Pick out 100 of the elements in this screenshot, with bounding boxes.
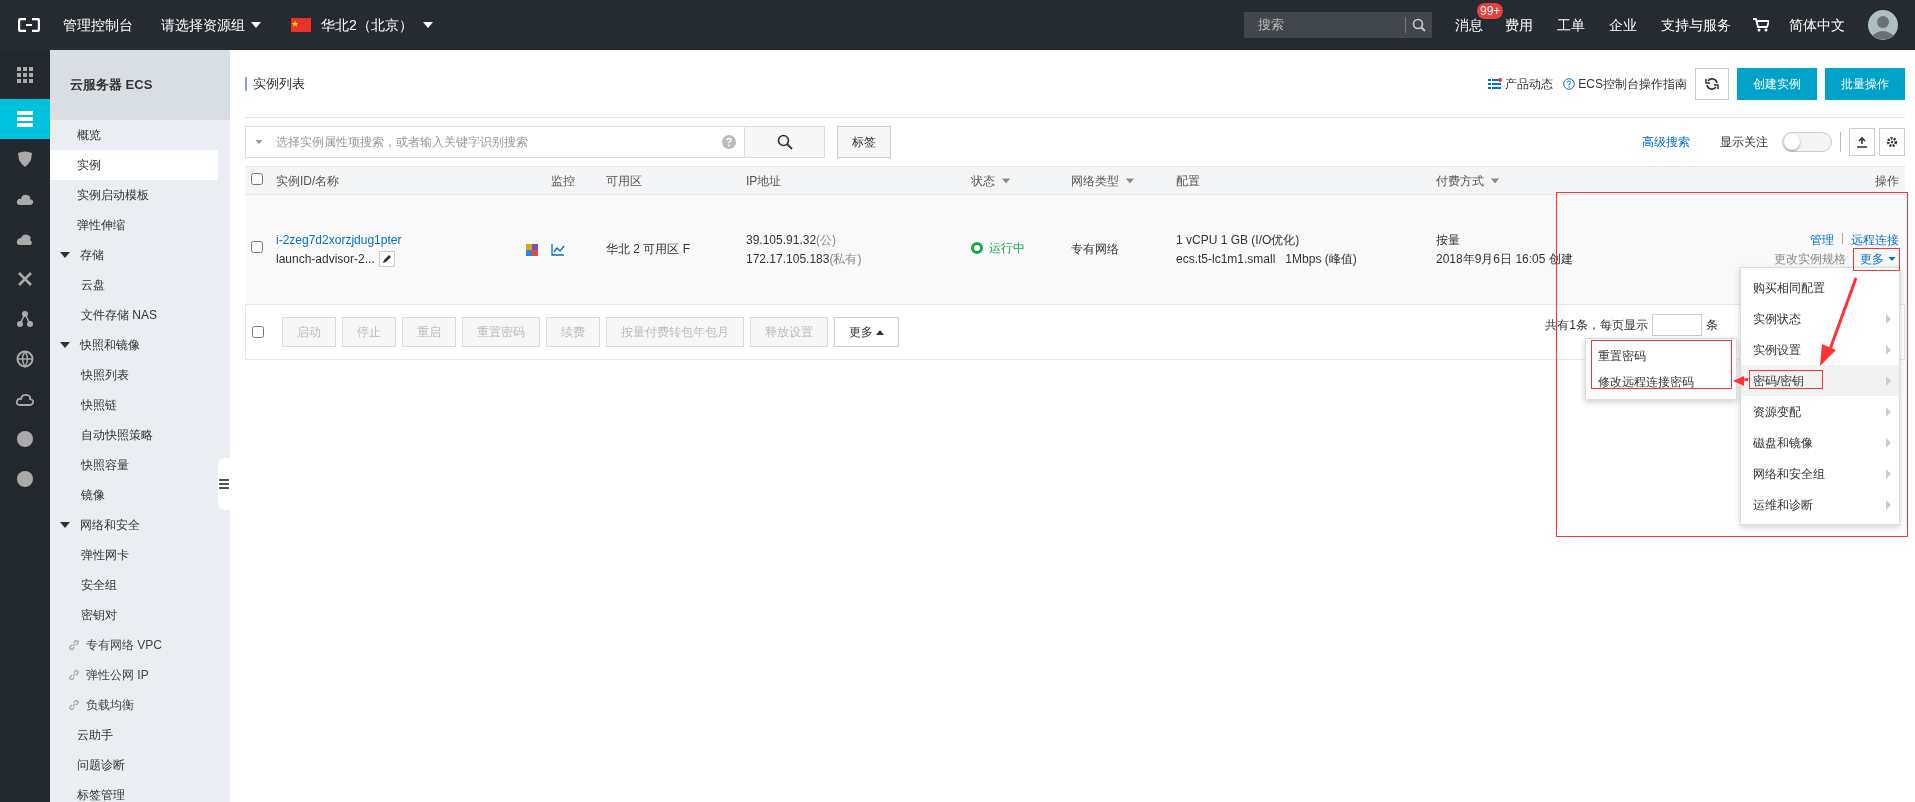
search-icon (776, 134, 793, 150)
ip-address: 172.17.105.183(私有) (746, 251, 862, 266)
change-spec-link[interactable]: 更改实例规格 (1774, 249, 1846, 269)
nav-link[interactable]: 企业 (1609, 14, 1637, 36)
logo-icon[interactable] (18, 18, 40, 32)
refresh-icon (1705, 76, 1719, 91)
instance-id-link[interactable]: i-2zeg7d2xorzjdug1pter (276, 232, 402, 247)
sidebar-item[interactable]: 云助手 (50, 720, 218, 750)
search-field[interactable]: 搜索 (1244, 12, 1432, 38)
menu-item[interactable]: 密码/密钥 (1741, 365, 1899, 396)
menu-item[interactable]: 实例状态 (1741, 303, 1899, 334)
select-all-checkbox[interactable] (251, 172, 263, 185)
caret-icon (422, 22, 433, 28)
action-link[interactable]: 管理 (1810, 232, 1834, 247)
sidebar-group[interactable]: 存储 (50, 240, 218, 270)
export-button[interactable] (1849, 128, 1875, 156)
nav-link[interactable]: 费用 (1505, 14, 1533, 36)
language-link[interactable]: 简体中文 (1789, 14, 1845, 36)
sidebar-link[interactable]: 负载均衡 (50, 690, 218, 720)
column-header: IP地址 (746, 173, 782, 188)
resource-group-dropdown[interactable]: 请选择资源组 (161, 14, 261, 36)
sidebar-link[interactable]: 专有网络 VPC (50, 630, 218, 660)
sidebar-item[interactable]: 标签管理 (50, 780, 218, 802)
menu-item[interactable]: 网络和安全组 (1741, 458, 1899, 489)
sidebar-item[interactable]: 弹性伸缩 (50, 210, 218, 240)
sidebar-item[interactable]: 密钥对 (50, 600, 218, 630)
row-checkbox[interactable] (251, 241, 263, 253)
link-icon (68, 639, 80, 651)
column-header: 可用区 (606, 173, 642, 188)
sidebar-title: 云服务器 ECS (50, 50, 230, 120)
cart-icon[interactable] (1753, 18, 1769, 32)
menu-item[interactable]: 运维和诊断 (1741, 489, 1899, 520)
menu-item[interactable]: 磁盘和镜像 (1741, 427, 1899, 458)
sidebar-item[interactable]: 快照容量 (50, 450, 218, 480)
search-field[interactable]: 选择实例属性项搜索，或者输入关键字识别搜索 (245, 126, 745, 158)
search-icon[interactable] (1412, 18, 1426, 32)
more-button[interactable]: 更多 (834, 317, 899, 347)
sidebar-item[interactable]: 云盘 (50, 270, 218, 300)
tag-button[interactable]: 标签 (837, 126, 891, 158)
sidebar-group[interactable]: 快照和镜像 (50, 330, 218, 360)
search-button[interactable] (745, 126, 825, 158)
link-icon (68, 669, 80, 681)
sidebar-item[interactable]: 快照列表 (50, 360, 218, 390)
news-link[interactable]: 产品动态 (1488, 74, 1554, 93)
nav-link[interactable]: 支持与服务 (1661, 14, 1731, 36)
sidebar-item[interactable]: 文件存储 NAS (50, 300, 218, 330)
sidebar-group[interactable]: 网络和安全 (50, 510, 218, 540)
cross-arrows-icon[interactable] (16, 270, 34, 288)
more-link[interactable]: 更多 (1858, 249, 1899, 269)
console-link[interactable]: 管理控制台 (63, 14, 133, 36)
menu-item[interactable]: 资源变配 (1741, 396, 1899, 427)
sidebar-item[interactable]: 安全组 (50, 570, 218, 600)
sidebar-item[interactable]: 快照链 (50, 390, 218, 420)
circle-icon[interactable] (16, 470, 34, 488)
action-link[interactable]: 远程连接 (1851, 232, 1899, 247)
circle-icon[interactable] (16, 430, 34, 448)
sidebar-item[interactable]: 实例 (50, 150, 218, 180)
sidebar-link[interactable]: 弹性公网 IP (50, 660, 218, 690)
chevron-right-icon (1886, 468, 1891, 479)
column-header: 监控 (551, 173, 575, 188)
settings-button[interactable] (1879, 128, 1905, 156)
search-input[interactable]: 搜索 (1256, 14, 1405, 36)
advanced-search-link[interactable]: 高级搜索 (1642, 133, 1690, 151)
avatar-icon[interactable] (1868, 10, 1898, 40)
guide-link[interactable]: ECS控制台操作指南 (1563, 74, 1687, 93)
chevron-right-icon (1886, 499, 1891, 510)
caret-icon (1888, 256, 1896, 262)
sidebar-item[interactable]: 实例启动模板 (50, 180, 218, 210)
message-link[interactable]: 消息 (1455, 16, 1483, 33)
column-header[interactable]: 付费方式 (1436, 171, 1500, 190)
annotation-arrow (1733, 376, 1749, 386)
refresh-button[interactable] (1695, 67, 1729, 100)
chart-icon[interactable] (551, 243, 565, 256)
network-type: 专有网络 (1071, 242, 1119, 256)
status-text: 运行中 (989, 239, 1025, 257)
nodes-icon[interactable] (16, 310, 34, 328)
menu-item[interactable]: 重置密码 (1586, 343, 1736, 369)
follow-label: 显示关注 (1720, 134, 1768, 151)
menu-item[interactable]: 实例设置 (1741, 334, 1899, 365)
globe-icon[interactable] (16, 350, 34, 368)
sidebar-item[interactable]: 弹性网卡 (50, 540, 218, 570)
sidebar-item[interactable]: 镜像 (50, 480, 218, 510)
menu-item[interactable]: 购买相同配置 (1741, 272, 1899, 303)
sidebar-item[interactable]: 概览 (50, 120, 218, 150)
follow-toggle[interactable] (1782, 132, 1832, 152)
collapse-handle[interactable] (218, 458, 230, 510)
region-dropdown[interactable]: 华北2（北京） (291, 14, 433, 36)
puzzle-icon[interactable] (525, 242, 539, 257)
menu-item[interactable]: 修改远程连接密码 (1586, 369, 1736, 395)
sidebar-item[interactable]: 自动快照策略 (50, 420, 218, 450)
list-icon (219, 478, 229, 490)
chevron-right-icon (1886, 344, 1891, 355)
config-text: 1 vCPU 1 GB (I/O优化) (1176, 232, 1300, 247)
grid-icon[interactable] (16, 65, 34, 84)
nav-link[interactable]: 工单 (1557, 14, 1585, 36)
edit-button[interactable] (378, 251, 395, 267)
shield-icon[interactable] (16, 150, 34, 168)
sidebar-item[interactable]: 问题诊断 (50, 750, 218, 780)
chevron-right-icon (1886, 406, 1891, 417)
select-all-checkbox[interactable] (252, 326, 264, 338)
